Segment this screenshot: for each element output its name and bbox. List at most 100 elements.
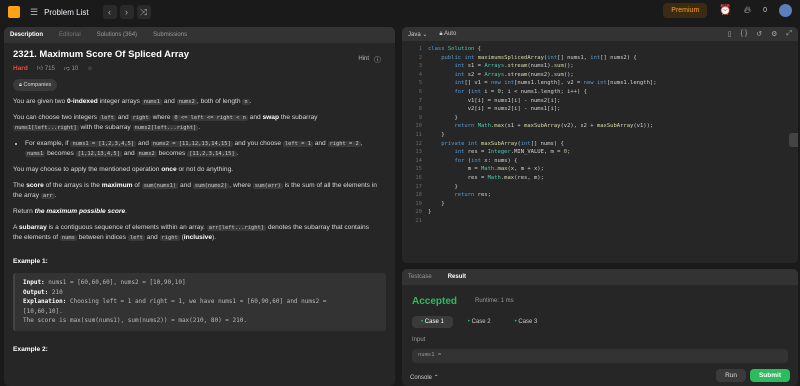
prev-problem-button[interactable]: ‹ bbox=[102, 5, 117, 19]
horizontal-resize-handle[interactable] bbox=[402, 264, 798, 268]
code-line[interactable]: } bbox=[428, 208, 431, 217]
code-line[interactable]: for (int i = 0; i < nums1.length; i++) { bbox=[428, 88, 587, 97]
tab-testcase[interactable]: Testcase bbox=[408, 274, 432, 280]
example-1-title: Example 1: bbox=[13, 258, 48, 265]
tab-solutions[interactable]: Solutions (364) bbox=[97, 32, 137, 38]
reset-icon[interactable]: ↺ bbox=[756, 30, 762, 38]
code-line[interactable]: } bbox=[428, 131, 444, 140]
code-line[interactable]: int[] v1 = new int[nums1.length], v2 = n… bbox=[428, 79, 657, 88]
line-number: 14 bbox=[415, 157, 422, 164]
settings-icon[interactable]: ⚙ bbox=[771, 30, 777, 38]
console-tabs: Testcase Result bbox=[402, 269, 798, 285]
description-panel: Description Editorial Solutions (364) Su… bbox=[4, 27, 395, 386]
list-item: For example, if nums1 = [1,2,3,4,5] and … bbox=[25, 139, 386, 159]
desc-paragraph-4: The score of the arrays is the maximum o… bbox=[13, 182, 377, 199]
fullscreen-icon[interactable]: ⤢ bbox=[786, 30, 792, 38]
code-line[interactable]: m = Math.max(x, m + x); bbox=[428, 165, 544, 174]
bookmark-icon[interactable]: ▯ bbox=[728, 30, 732, 38]
code-line[interactable]: private int maxSubArray(int[] nums) { bbox=[428, 140, 564, 149]
code-editor-panel: Java ⌄ 🔒︎ Auto ▯ { } ↺ ⚙ ⤢ 1 class Soluti… bbox=[402, 27, 798, 263]
lock-icon: 🔒︎ bbox=[19, 82, 22, 88]
fire-icon[interactable]: 🔥︎ bbox=[744, 5, 751, 16]
shuffle-button[interactable]: ⤨ bbox=[136, 5, 151, 19]
logo-icon[interactable] bbox=[8, 6, 20, 18]
dislike-button[interactable]: 👎︎ 10 bbox=[64, 64, 78, 74]
case-tabs: • Case 1 • Case 2 • Case 3 bbox=[412, 316, 546, 328]
premium-button[interactable]: Premium bbox=[663, 3, 708, 18]
console-toggle[interactable]: Console ⌃ bbox=[410, 374, 439, 381]
page-title: 2321. Maximum Score Of Spliced Array bbox=[13, 49, 190, 60]
code-line[interactable]: v1[i] = nums1[i] - nums2[i]; bbox=[428, 97, 561, 106]
code-line[interactable]: return res; bbox=[428, 191, 491, 200]
code-line[interactable]: for (int x: nums) { bbox=[428, 157, 518, 166]
line-number: 15 bbox=[415, 166, 422, 173]
companies-button[interactable]: 🔒︎ Companies bbox=[13, 79, 58, 91]
desc-paragraph-3: You may choose to apply the mentioned op… bbox=[13, 166, 234, 173]
line-number: 18 bbox=[415, 192, 422, 199]
vertical-resize-handle[interactable] bbox=[396, 27, 401, 386]
hint-button[interactable]: Hint bbox=[358, 56, 369, 62]
code-line[interactable]: } bbox=[428, 114, 457, 123]
line-number: 6 bbox=[418, 89, 422, 95]
language-select[interactable]: Java ⌄ bbox=[408, 31, 427, 38]
list-icon[interactable]: ☰ bbox=[30, 7, 38, 18]
info-icon[interactable]: ⓘ bbox=[374, 55, 381, 65]
auto-mode-toggle[interactable]: 🔒︎ Auto bbox=[439, 31, 456, 38]
code-line[interactable]: } bbox=[428, 183, 457, 192]
line-number: 7 bbox=[418, 97, 422, 104]
desc-paragraph-5: Return the maximum possible score. bbox=[13, 208, 127, 215]
tab-editorial[interactable]: Editorial bbox=[59, 32, 81, 38]
example-2-title: Example 2: bbox=[13, 345, 48, 353]
problem-list-link[interactable]: Problem List bbox=[44, 8, 88, 17]
tab-case-3[interactable]: • Case 3 bbox=[506, 316, 547, 328]
dislike-count: 10 bbox=[71, 66, 79, 72]
avatar[interactable] bbox=[779, 4, 792, 17]
line-number: 16 bbox=[415, 175, 422, 181]
console-panel: Testcase Result Accepted Runtime: 1 ms •… bbox=[402, 269, 798, 386]
thumbs-up-icon: 👍︎ bbox=[36, 66, 44, 72]
streak-count: 0 bbox=[763, 7, 767, 14]
line-number: 13 bbox=[415, 149, 422, 156]
line-number: 9 bbox=[418, 114, 422, 121]
line-number: 11 bbox=[415, 132, 422, 138]
code-line[interactable]: int res = Integer.MIN_VALUE, m = 0; bbox=[428, 148, 571, 157]
code-line[interactable]: } bbox=[428, 200, 444, 209]
braces-icon[interactable]: { } bbox=[741, 30, 748, 38]
line-number: 1 bbox=[418, 46, 422, 52]
code-line[interactable]: class Solution { bbox=[428, 45, 481, 54]
tab-description[interactable]: Description bbox=[10, 32, 43, 38]
run-button[interactable]: Run bbox=[716, 369, 746, 382]
code-line[interactable]: int s1 = Arrays.stream(nums1).sum(); bbox=[428, 62, 574, 71]
top-bar: ☰ Problem List ‹ › ⤨ Premium ⏰ 🔥︎ 0 bbox=[0, 0, 800, 24]
like-button[interactable]: 👍︎ 715 bbox=[37, 64, 55, 74]
line-number: 17 bbox=[415, 183, 422, 190]
line-number: 5 bbox=[418, 80, 422, 87]
runtime-text: Runtime: 1 ms bbox=[475, 298, 514, 304]
next-problem-button[interactable]: › bbox=[119, 5, 134, 19]
tab-case-2[interactable]: • Case 2 bbox=[459, 316, 500, 328]
code-line[interactable]: int s2 = Arrays.stream(nums2).sum(); bbox=[428, 71, 574, 80]
submit-button[interactable]: Submit bbox=[749, 369, 790, 382]
code-line[interactable]: v2[i] = nums2[i] - nums1[i]; bbox=[428, 105, 561, 114]
line-number: 19 bbox=[415, 200, 422, 207]
lock-icon: 🔒︎ bbox=[439, 30, 443, 37]
example-1-box: Input: nums1 = [60,60,60], nums2 = [10,9… bbox=[13, 273, 386, 331]
star-icon[interactable]: ☆ bbox=[87, 64, 92, 74]
side-panel-toggle[interactable] bbox=[789, 133, 798, 147]
input-value: nums1 = bbox=[412, 349, 788, 363]
code-line[interactable]: public int maximumsSplicedArray(int[] nu… bbox=[428, 54, 636, 63]
difficulty-badge: Hard bbox=[13, 65, 28, 72]
code-line[interactable]: return Math.max(s1 + maxSubArray(v2), s2… bbox=[428, 122, 654, 131]
line-number: 20 bbox=[415, 209, 422, 216]
code-area[interactable]: 1 class Solution { 2 public int maximumsSp… bbox=[402, 41, 798, 263]
description-tabs: Description Editorial Solutions (364) Su… bbox=[4, 27, 395, 43]
input-label: Input bbox=[412, 337, 426, 343]
line-number: 2 bbox=[418, 54, 422, 61]
line-number: 3 bbox=[418, 63, 422, 70]
tab-submissions[interactable]: Submissions bbox=[153, 32, 187, 38]
tab-result[interactable]: Result bbox=[448, 274, 466, 280]
alarm-icon[interactable]: ⏰ bbox=[719, 5, 731, 16]
desc-paragraph-6: A subarray is a contiguous sequence of e… bbox=[13, 224, 369, 241]
code-line[interactable]: res = Math.max(res, m); bbox=[428, 174, 544, 183]
tab-case-1[interactable]: • Case 1 bbox=[412, 316, 453, 328]
